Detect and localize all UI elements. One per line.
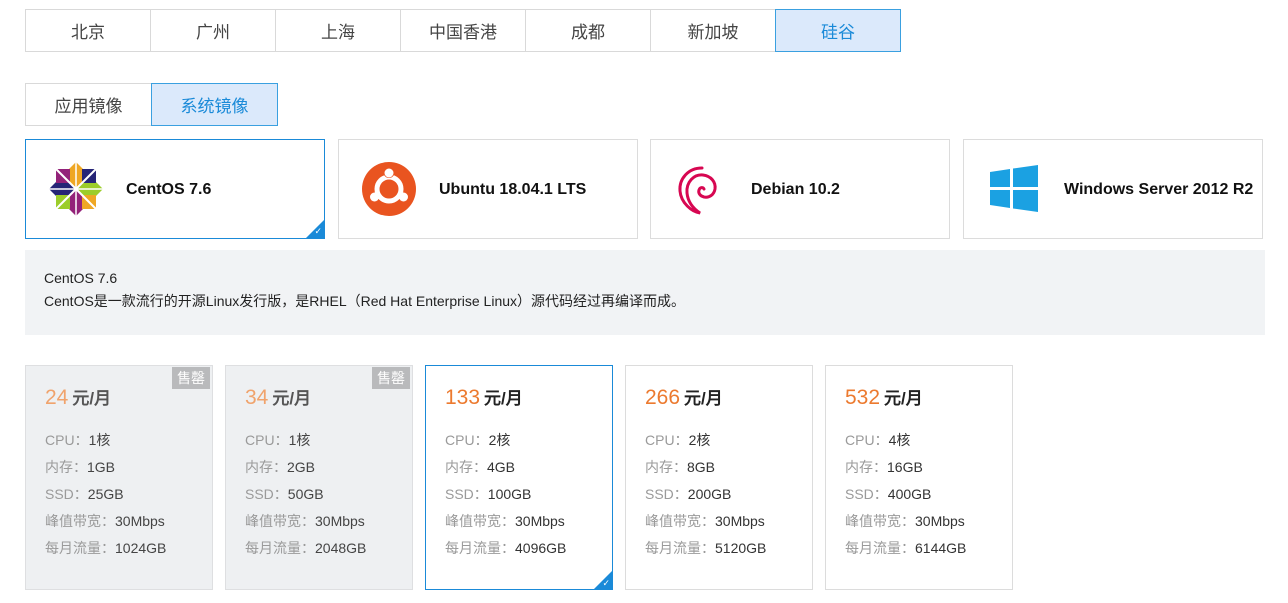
price-unit: 元/月 [884, 389, 923, 408]
region-tab-hongkong[interactable]: 中国香港 [400, 9, 526, 52]
spec-ram: 内存：2GB [245, 459, 316, 475]
os-name-centos: CentOS 7.6 [126, 180, 212, 198]
plan-card[interactable]: 532 元/月 CPU：4核 内存：16GB SSD：400GB 峰值带宽：30M… [825, 365, 1013, 590]
spec-traffic: 每月流量：5120GB [645, 540, 767, 556]
check-icon: ✓ [314, 227, 322, 237]
spec-ssd: SSD：50GB [245, 486, 324, 502]
check-icon: ✓ [602, 578, 610, 588]
plan-price: 532 [845, 386, 881, 409]
price-unit: 元/月 [272, 389, 312, 408]
spec-ram: 内存：1GB [45, 459, 116, 475]
sold-out-badge: 售罄 [372, 367, 410, 389]
plan-price: 24 [45, 386, 69, 409]
tab-app-image[interactable]: 应用镜像 [25, 83, 152, 126]
plan-card[interactable]: 售罄 24 元/月 CPU：1核 内存：1GB SSD：25GB 峰值带宽：30M… [25, 365, 213, 590]
spec-ssd: SSD：25GB [45, 486, 124, 502]
spec-ssd: SSD：400GB [845, 486, 932, 502]
os-name-windows: Windows Server 2012 R2 [1064, 180, 1254, 198]
os-name-debian: Debian 10.2 [751, 180, 840, 198]
spec-bandwidth: 峰值带宽：30Mbps [245, 513, 365, 529]
price-unit: 元/月 [72, 389, 112, 408]
plan-price: 133 [445, 386, 481, 409]
debian-logo-icon [669, 157, 733, 221]
windows-logo-icon [982, 157, 1046, 221]
spec-traffic: 每月流量：4096GB [445, 540, 567, 556]
plan-price: 34 [245, 386, 269, 409]
spec-traffic: 每月流量：1024GB [45, 540, 167, 556]
region-tab-chengdu[interactable]: 成都 [525, 9, 651, 52]
image-type-tabs: 应用镜像 系统镜像 [25, 83, 278, 126]
plan-price: 266 [645, 386, 681, 409]
os-option-ubuntu[interactable]: Ubuntu 18.04.1 LTS [338, 139, 638, 239]
os-description: CentOS 7.6 CentOS是一款流行的开源Linux发行版，是RHEL（… [25, 250, 1265, 335]
spec-cpu: CPU：1核 [45, 432, 111, 448]
spec-ssd: SSD：200GB [645, 486, 732, 502]
spec-traffic: 每月流量：6144GB [845, 540, 967, 556]
spec-ram: 内存：4GB [445, 459, 516, 475]
spec-ram: 内存：16GB [845, 459, 923, 475]
region-tab-shanghai[interactable]: 上海 [275, 9, 401, 52]
os-description-title: CentOS 7.6 [44, 270, 118, 286]
region-tab-silicon-valley[interactable]: 硅谷 [775, 9, 901, 52]
spec-ram: 内存：8GB [645, 459, 716, 475]
spec-bandwidth: 峰值带宽：30Mbps [45, 513, 165, 529]
os-option-debian[interactable]: Debian 10.2 [650, 139, 950, 239]
centos-logo-icon [44, 157, 108, 221]
os-option-windows[interactable]: Windows Server 2012 R2 [963, 139, 1263, 239]
price-unit: 元/月 [484, 389, 523, 408]
os-description-text: CentOS是一款流行的开源Linux发行版，是RHEL（Red Hat Ent… [44, 293, 686, 309]
sold-out-badge: 售罄 [172, 367, 210, 389]
region-tab-beijing[interactable]: 北京 [25, 9, 151, 52]
spec-traffic: 每月流量：2048GB [245, 540, 367, 556]
spec-bandwidth: 峰值带宽：30Mbps [645, 513, 765, 529]
spec-bandwidth: 峰值带宽：30Mbps [845, 513, 965, 529]
os-option-centos[interactable]: CentOS 7.6 ✓ [25, 139, 325, 239]
ubuntu-logo-icon [357, 157, 421, 221]
tab-system-image[interactable]: 系统镜像 [151, 83, 278, 126]
spec-ssd: SSD：100GB [445, 486, 532, 502]
region-tab-guangzhou[interactable]: 广州 [150, 9, 276, 52]
region-tabs: 北京 广州 上海 中国香港 成都 新加坡 硅谷 [25, 9, 901, 52]
spec-cpu: CPU：1核 [245, 432, 311, 448]
plan-card[interactable]: 售罄 34 元/月 CPU：1核 内存：2GB SSD：50GB 峰值带宽：30M… [225, 365, 413, 590]
spec-cpu: CPU：4核 [845, 432, 911, 448]
spec-bandwidth: 峰值带宽：30Mbps [445, 513, 565, 529]
spec-cpu: CPU：2核 [645, 432, 711, 448]
price-unit: 元/月 [684, 389, 723, 408]
region-tab-singapore[interactable]: 新加坡 [650, 9, 776, 52]
spec-cpu: CPU：2核 [445, 432, 511, 448]
plan-card-selected[interactable]: 133 元/月 CPU：2核 内存：4GB SSD：100GB 峰值带宽：30Mb… [425, 365, 613, 590]
os-name-ubuntu: Ubuntu 18.04.1 LTS [439, 180, 587, 198]
plan-card[interactable]: 266 元/月 CPU：2核 内存：8GB SSD：200GB 峰值带宽：30Mb… [625, 365, 813, 590]
